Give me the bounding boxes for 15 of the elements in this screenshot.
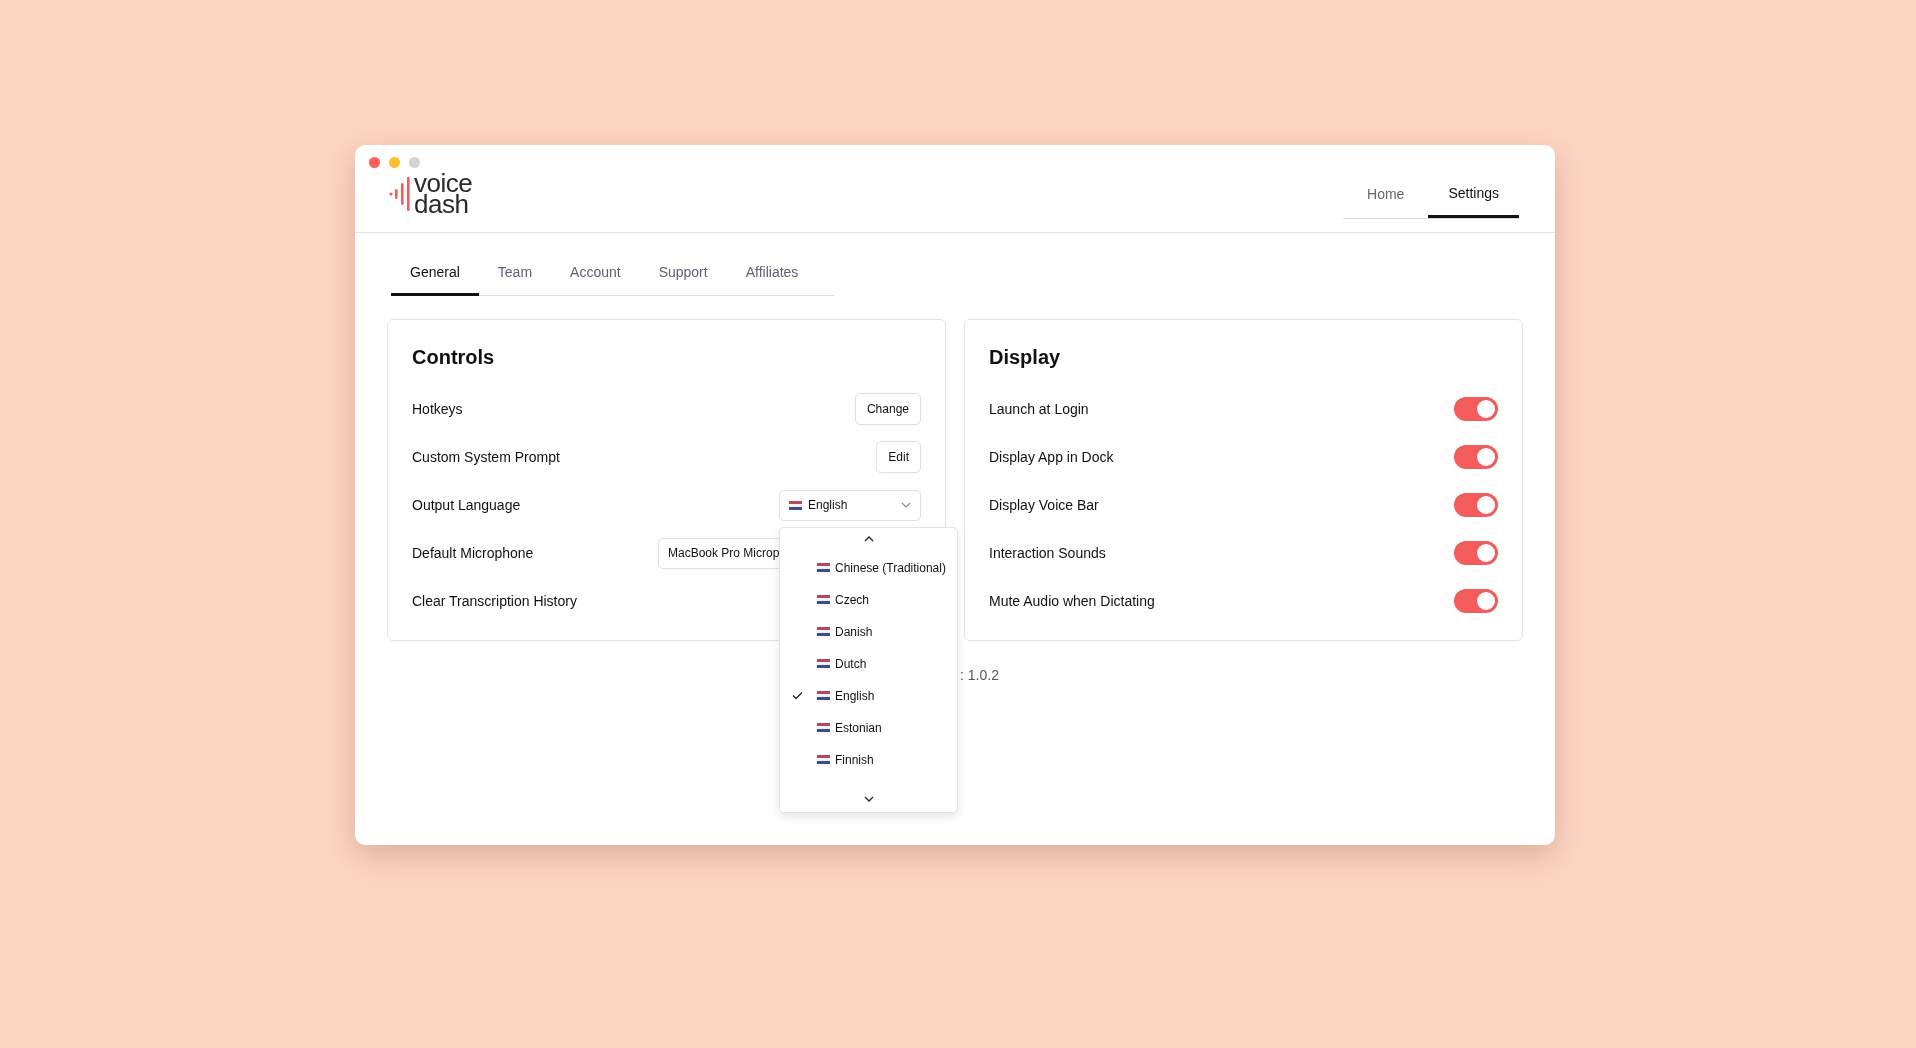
setting-label: Display App in Dock bbox=[989, 449, 1114, 465]
setting-label: Launch at Login bbox=[989, 401, 1089, 417]
version-text: : 1.0.2 bbox=[960, 667, 999, 683]
setting-label: Hotkeys bbox=[412, 401, 463, 417]
card-title: Controls bbox=[412, 346, 496, 369]
setting-label: Display Voice Bar bbox=[989, 497, 1099, 513]
logo-text: voice bbox=[414, 173, 473, 194]
setting-label: Custom System Prompt bbox=[412, 449, 560, 465]
card-title: Display bbox=[989, 346, 1062, 369]
setting-label: Clear Transcription History bbox=[412, 593, 577, 609]
setting-label: Interaction Sounds bbox=[989, 545, 1106, 561]
setting-label: Default Microphone bbox=[412, 545, 534, 561]
logo-text: dash bbox=[414, 194, 469, 215]
setting-label: Output Language bbox=[412, 497, 521, 513]
setting-label: Mute Audio when Dictating bbox=[989, 593, 1155, 609]
